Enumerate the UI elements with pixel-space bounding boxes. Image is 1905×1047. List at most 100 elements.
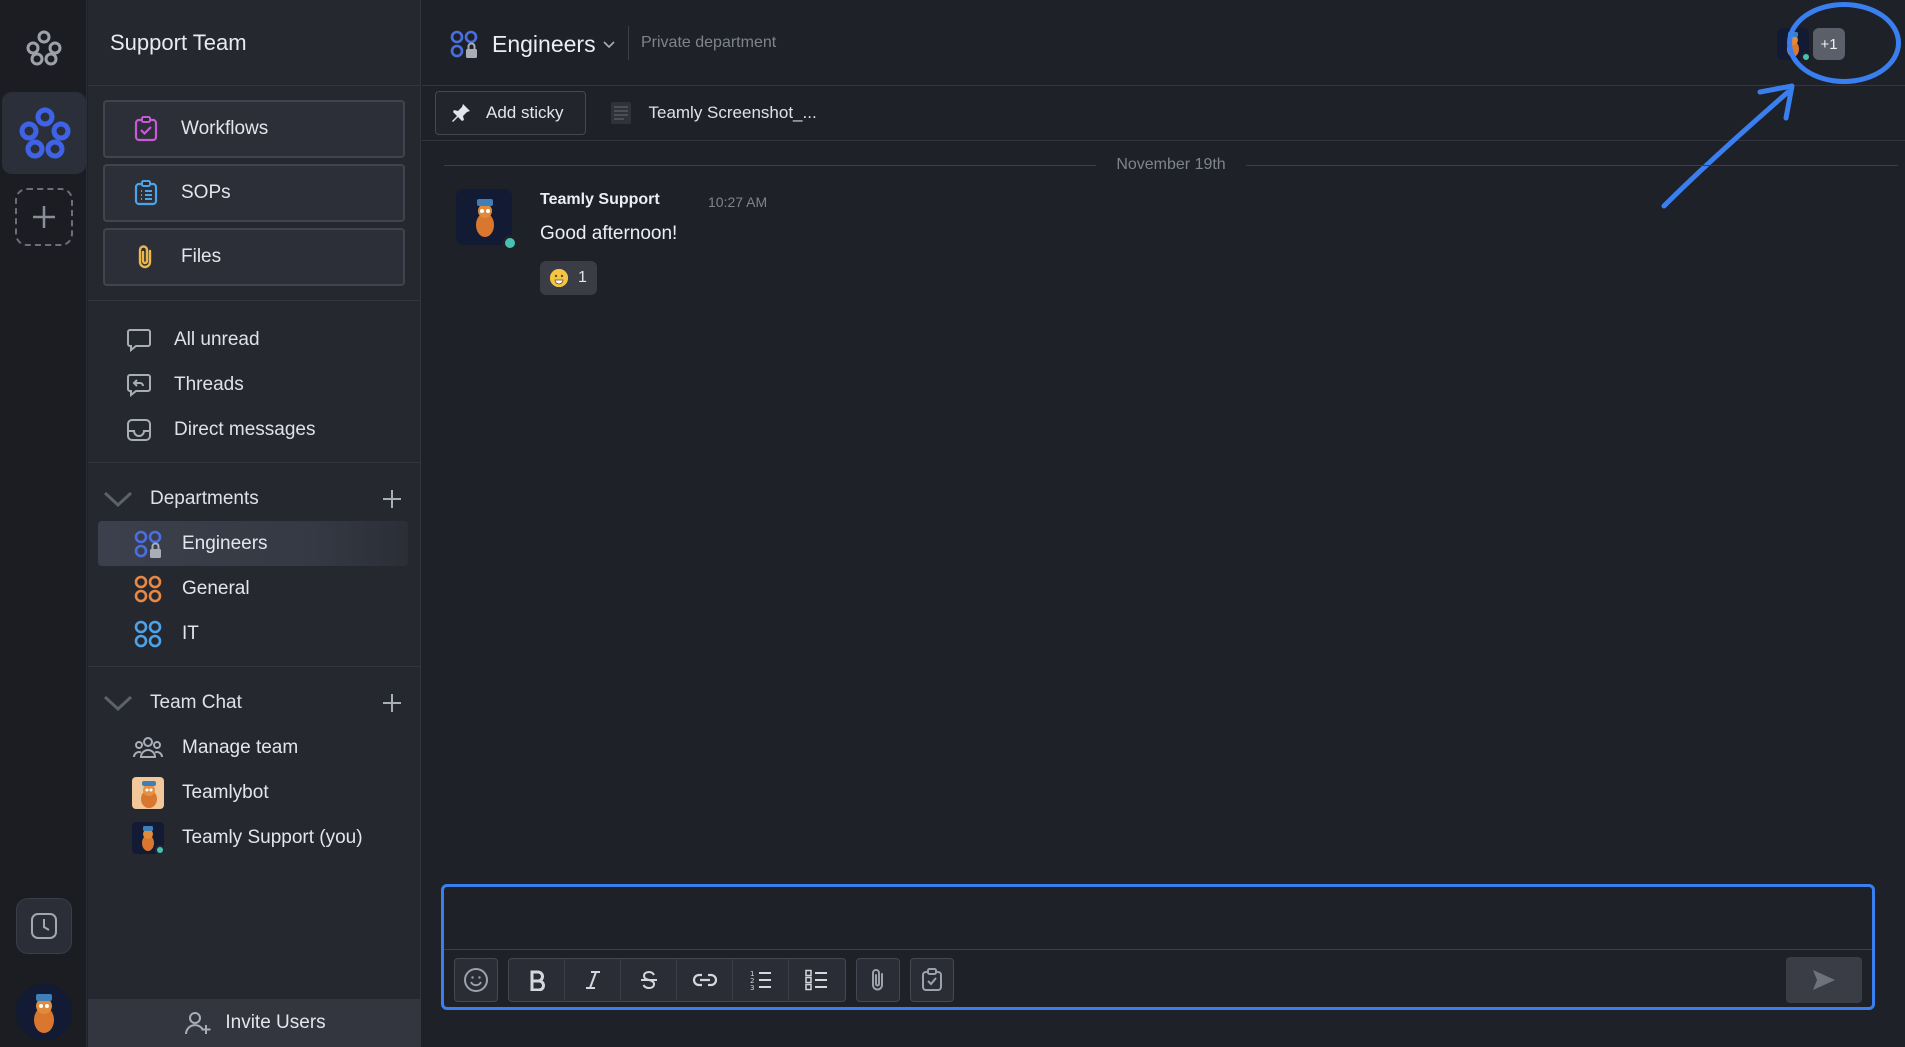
channel-header: Engineers Private department +1 [422,0,1905,86]
chat-label: Manage team [182,736,299,758]
department-private-icon [450,30,478,58]
chat-label: Teamlybot [182,781,269,803]
strikethrough-icon [640,970,657,990]
department-private-icon [132,528,164,560]
plus-icon [33,206,55,228]
sticky-bar: Add sticky Teamly Screenshot_... [422,86,1905,141]
team-chat-header[interactable]: Team Chat [88,681,420,725]
sidebar-header: Support Team [88,0,420,86]
tile-workflows[interactable]: Workflows [103,100,405,158]
numbered-list-button[interactable]: 123 [733,958,789,1002]
department-label: General [182,577,250,599]
department-label: Engineers [182,532,268,554]
chat-item-teamlybot[interactable]: Teamlybot [98,770,408,815]
chevron-down-icon [103,491,133,508]
pinned-file-name: Teamly Screenshot_... [648,103,817,122]
history-button[interactable] [16,898,72,954]
italic-button[interactable] [565,958,621,1002]
paperclip-icon [872,969,883,991]
bullet-list-icon [805,969,827,991]
department-item-general[interactable]: General [98,566,408,611]
emoji-button[interactable] [454,958,498,1002]
user-avatar[interactable] [16,984,72,1040]
link-button[interactable] [677,958,733,1002]
tile-files[interactable]: Files [103,228,405,286]
file-thumbnail-icon [611,102,632,124]
members-button[interactable]: +1 [1777,28,1845,62]
inbox-icon [124,415,154,445]
sops-icon [131,178,161,208]
link-direct-messages[interactable]: Direct messages [88,407,420,452]
grin-emoji-icon [550,269,568,287]
message-feed: November 19th Teamly Support 10:27 AM Go… [422,141,1905,881]
reaction-chip[interactable]: 1 [540,261,597,295]
message-input[interactable] [444,887,1872,947]
department-type: Private department [641,34,777,51]
link-all-unread[interactable]: All unread [88,317,420,362]
message-author[interactable]: Teamly Support [540,191,660,209]
link-icon [692,973,717,987]
mascot-avatar-icon [16,984,72,1040]
add-chat-plus-icon[interactable] [382,693,402,713]
teamly-logo-icon [22,26,66,70]
smiley-icon [464,968,488,992]
chat-item-manage-team[interactable]: Manage team [98,725,408,770]
chat-item-teamly-support[interactable]: Teamly Support (you) [98,815,408,860]
app-window: Support Team Workflows SOPs Files All un… [0,0,1905,1047]
section-title: Team Chat [150,692,242,713]
add-workspace-button[interactable] [15,188,73,246]
workspace-title: Support Team [110,29,247,55]
add-sticky-button[interactable]: Add sticky [435,91,587,135]
pin-icon [452,104,470,122]
message-text: Good afternoon! [540,223,678,244]
department-item-it[interactable]: IT [98,611,408,656]
clock-icon [31,913,57,939]
message-avatar[interactable] [456,189,518,251]
department-icon [132,618,164,650]
reaction-count: 1 [578,269,587,286]
invite-users-button[interactable]: Invite Users [88,999,421,1047]
link-label: Direct messages [174,418,316,440]
department-item-engineers[interactable]: Engineers [98,521,408,566]
department-label: IT [182,622,199,644]
attach-file-button[interactable] [856,958,900,1002]
bullet-list-button[interactable] [789,958,845,1002]
link-label: Threads [174,373,244,395]
add-department-plus-icon[interactable] [382,489,402,509]
section-title: Departments [150,488,259,509]
departments-header[interactable]: Departments [88,477,420,521]
bold-button[interactable] [509,958,565,1002]
chevron-down-icon [103,695,133,712]
department-icon [132,573,164,605]
send-icon [1813,970,1835,990]
online-indicator [1801,52,1811,62]
message-time: 10:27 AM [708,194,768,210]
link-label: All unread [174,328,260,350]
formatting-toolbar: 123 [454,957,964,1003]
add-user-icon [185,1012,211,1035]
bold-icon [530,970,545,991]
tile-sops[interactable]: SOPs [103,164,405,222]
strikethrough-button[interactable] [621,958,677,1002]
add-sticky-label: Add sticky [486,103,564,122]
workspace-support-team[interactable] [2,92,86,174]
sidebar: Support Team Workflows SOPs Files All un… [88,0,421,1047]
department-switcher[interactable]: Engineers [448,28,616,60]
link-threads[interactable]: Threads [88,362,420,407]
tile-label: SOPs [181,182,231,203]
invite-users-label: Invite Users [225,1012,326,1033]
pinned-file[interactable]: Teamly Screenshot_... [608,100,817,126]
chat-bubble-icon [124,325,154,355]
tile-label: Workflows [181,118,269,139]
member-avatar [1777,28,1811,62]
date-separator: November 19th [444,155,1899,175]
support-avatar [132,821,164,854]
format-button-group: 123 [508,958,846,1002]
date-label: November 19th [1116,156,1226,173]
team-chat-section: Team Chat Manage team Teamlybot Teamly S… [88,667,420,870]
create-task-button[interactable] [910,958,954,1002]
svg-text:3: 3 [750,984,754,991]
send-button[interactable] [1786,957,1862,1003]
chat-label: Teamly Support (you) [182,826,363,848]
sidebar-tiles: Workflows SOPs Files [88,86,420,301]
